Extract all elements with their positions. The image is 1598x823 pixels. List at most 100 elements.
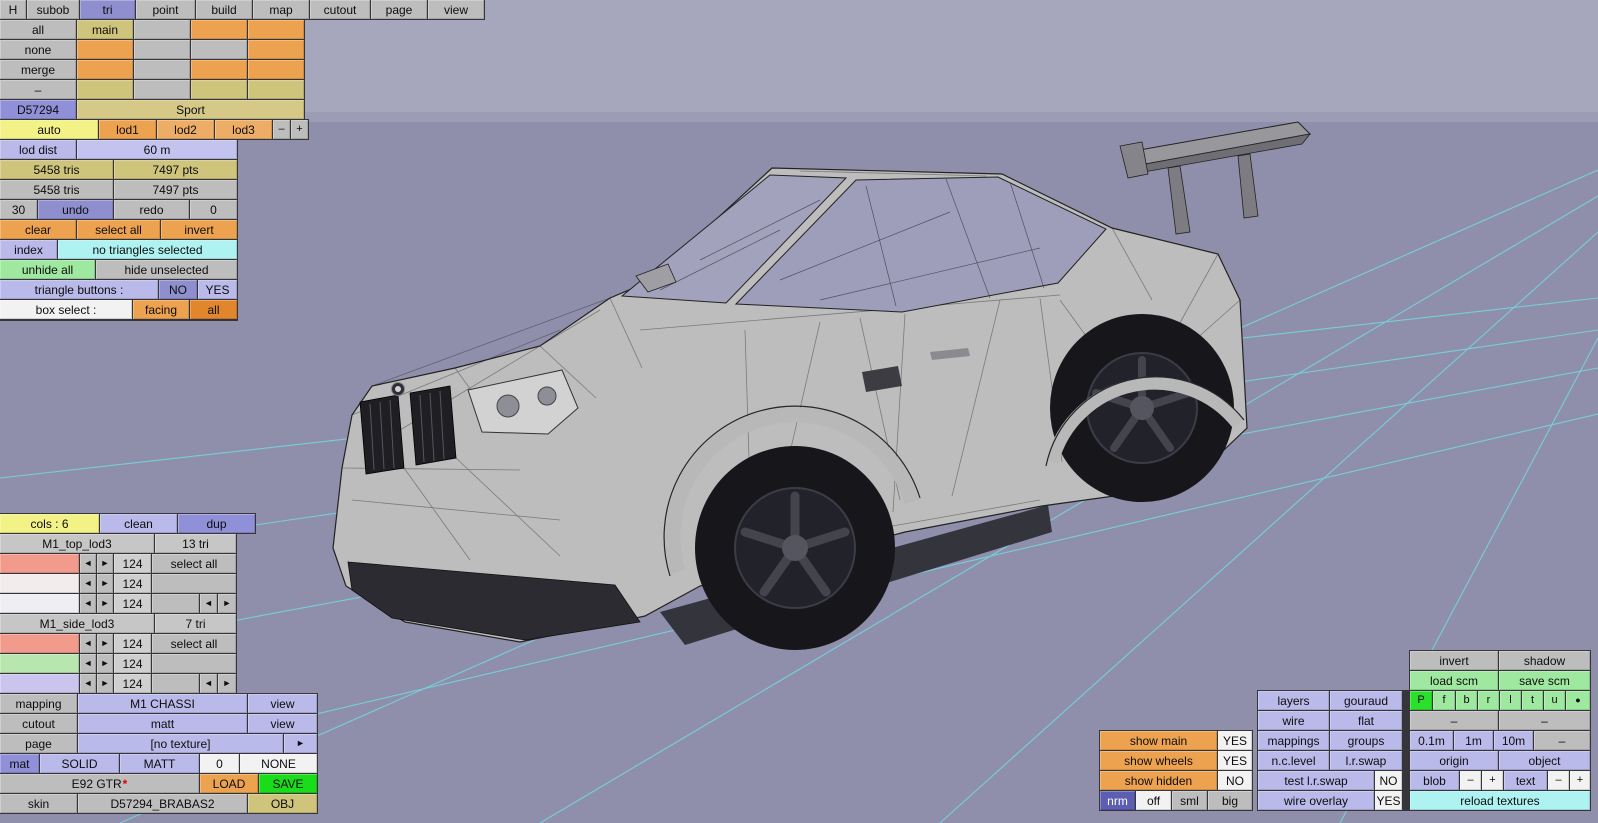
prev-arrow-button[interactable]: ◄ bbox=[80, 674, 96, 693]
tab-cutout[interactable]: cutout bbox=[310, 0, 370, 19]
show-hidden-value[interactable]: NO bbox=[1218, 771, 1252, 790]
tab-map[interactable]: map bbox=[253, 0, 309, 19]
layer-toggle-r[interactable]: r bbox=[1478, 691, 1499, 710]
tab-page[interactable]: page bbox=[371, 0, 427, 19]
mapping-value[interactable]: M1 CHASSI bbox=[78, 694, 247, 713]
obj-export-button[interactable]: OBJ bbox=[248, 794, 317, 813]
button-hide[interactable]: H bbox=[0, 0, 26, 19]
reload-textures-button[interactable]: reload textures bbox=[1410, 791, 1590, 810]
subobj-cell[interactable] bbox=[191, 40, 247, 59]
shadow-button[interactable]: shadow bbox=[1499, 651, 1590, 670]
load-button[interactable]: LOAD bbox=[200, 774, 258, 793]
next-arrow-button[interactable]: ► bbox=[97, 554, 113, 573]
hide-unselected-button[interactable]: hide unselected bbox=[96, 260, 237, 279]
subobj-none-button[interactable]: none bbox=[0, 40, 76, 59]
color-swatch[interactable] bbox=[0, 594, 79, 613]
prev-arrow-button[interactable]: ◄ bbox=[200, 594, 217, 613]
flat-button[interactable]: flat bbox=[1330, 711, 1402, 730]
nrm-big-button[interactable]: big bbox=[1208, 791, 1252, 810]
wire-overlay-button[interactable]: wire overlay bbox=[1258, 791, 1374, 810]
load-scm-button[interactable]: load scm bbox=[1410, 671, 1498, 690]
triangle-buttons-yes[interactable]: YES bbox=[198, 280, 237, 299]
prev-arrow-button[interactable]: ◄ bbox=[80, 554, 96, 573]
layer-toggle-l[interactable]: l bbox=[1500, 691, 1521, 710]
group-name[interactable]: M1_side_lod3 bbox=[0, 614, 154, 633]
test-lr-swap-button[interactable]: test l.r.swap bbox=[1258, 771, 1374, 790]
lr-swap-button[interactable]: l.r.swap bbox=[1330, 751, 1402, 770]
nrm-sml-button[interactable]: sml bbox=[1172, 791, 1207, 810]
subobj-cell[interactable] bbox=[248, 60, 304, 79]
subobj-cell[interactable] bbox=[248, 80, 304, 99]
show-main-value[interactable]: YES bbox=[1218, 731, 1252, 750]
subobj-cell[interactable] bbox=[248, 40, 304, 59]
show-wheels-button[interactable]: show wheels bbox=[1100, 751, 1217, 770]
dash-button[interactable]: – bbox=[1534, 731, 1590, 750]
groups-button[interactable]: groups bbox=[1330, 731, 1402, 750]
color-swatch[interactable] bbox=[0, 634, 79, 653]
show-hidden-button[interactable]: show hidden bbox=[1100, 771, 1217, 790]
undo-button[interactable]: undo bbox=[38, 200, 113, 219]
subobj-cell[interactable] bbox=[191, 80, 247, 99]
layer-toggle-dot[interactable]: ● bbox=[1566, 691, 1590, 710]
subobj-minus-button[interactable]: – bbox=[0, 80, 76, 99]
dash-button[interactable]: – bbox=[1410, 711, 1498, 730]
subobj-all-button[interactable]: all bbox=[0, 20, 76, 39]
blob-plus-button[interactable]: + bbox=[1482, 771, 1503, 790]
subobj-cell[interactable] bbox=[134, 80, 190, 99]
lod-dist-value[interactable]: 60 m bbox=[77, 140, 237, 159]
layer-toggle-u[interactable]: u bbox=[1544, 691, 1565, 710]
subobj-cell[interactable] bbox=[191, 20, 247, 39]
subobj-cell[interactable] bbox=[134, 40, 190, 59]
next-arrow-button[interactable]: ► bbox=[218, 674, 236, 693]
grid-size-01m-button[interactable]: 0.1m bbox=[1410, 731, 1453, 750]
lod-plus-button[interactable]: + bbox=[291, 120, 308, 139]
next-arrow-button[interactable]: ► bbox=[97, 654, 113, 673]
cutout-value[interactable]: matt bbox=[78, 714, 247, 733]
show-main-button[interactable]: show main bbox=[1100, 731, 1217, 750]
mappings-button[interactable]: mappings bbox=[1258, 731, 1329, 750]
mat-solid-button[interactable]: SOLID bbox=[40, 754, 119, 773]
layer-toggle-f[interactable]: f bbox=[1433, 691, 1455, 710]
next-arrow-button[interactable]: ► bbox=[97, 574, 113, 593]
color-swatch[interactable] bbox=[0, 574, 79, 593]
color-swatch[interactable] bbox=[0, 674, 79, 693]
prev-arrow-button[interactable]: ◄ bbox=[80, 594, 96, 613]
cutout-view-button[interactable]: view bbox=[248, 714, 317, 733]
tab-tri[interactable]: tri bbox=[80, 0, 135, 19]
index-button[interactable]: index bbox=[0, 240, 57, 259]
box-select-facing[interactable]: facing bbox=[133, 300, 189, 319]
color-swatch[interactable] bbox=[0, 554, 79, 573]
layers-button[interactable]: layers bbox=[1258, 691, 1329, 710]
layer-toggle-b[interactable]: b bbox=[1456, 691, 1477, 710]
blob-minus-button[interactable]: – bbox=[1460, 771, 1481, 790]
wire-overlay-value[interactable]: YES bbox=[1375, 791, 1402, 810]
text-plus-button[interactable]: + bbox=[1570, 771, 1590, 790]
color-swatch[interactable] bbox=[0, 654, 79, 673]
tab-build[interactable]: build bbox=[196, 0, 252, 19]
wire-button[interactable]: wire bbox=[1258, 711, 1329, 730]
subobj-cell[interactable] bbox=[134, 60, 190, 79]
prev-arrow-button[interactable]: ◄ bbox=[80, 634, 96, 653]
triangle-buttons-no[interactable]: NO bbox=[159, 280, 197, 299]
object-name-button[interactable]: Sport bbox=[77, 100, 304, 119]
next-arrow-button[interactable]: ► bbox=[97, 634, 113, 653]
prev-arrow-button[interactable]: ◄ bbox=[80, 654, 96, 673]
next-arrow-button[interactable]: ► bbox=[97, 594, 113, 613]
box-select-all[interactable]: all bbox=[190, 300, 237, 319]
unhide-all-button[interactable]: unhide all bbox=[0, 260, 95, 279]
group-select-all-button[interactable]: select all bbox=[152, 554, 236, 573]
layer-toggle-p[interactable]: P bbox=[1410, 691, 1432, 710]
mapping-view-button[interactable]: view bbox=[248, 694, 317, 713]
blob-button[interactable]: blob bbox=[1410, 771, 1459, 790]
subobj-cell[interactable] bbox=[248, 20, 304, 39]
subobj-cell[interactable] bbox=[191, 60, 247, 79]
next-arrow-button[interactable]: ► bbox=[218, 594, 236, 613]
lod-auto-button[interactable]: auto bbox=[0, 120, 98, 139]
clean-button[interactable]: clean bbox=[100, 514, 177, 533]
mat-none-button[interactable]: NONE bbox=[240, 754, 317, 773]
layer-toggle-t[interactable]: t bbox=[1522, 691, 1543, 710]
group-name[interactable]: M1_top_lod3 bbox=[0, 534, 154, 553]
next-arrow-button[interactable]: ► bbox=[97, 674, 113, 693]
redo-button[interactable]: redo bbox=[114, 200, 189, 219]
tab-point[interactable]: point bbox=[136, 0, 195, 19]
